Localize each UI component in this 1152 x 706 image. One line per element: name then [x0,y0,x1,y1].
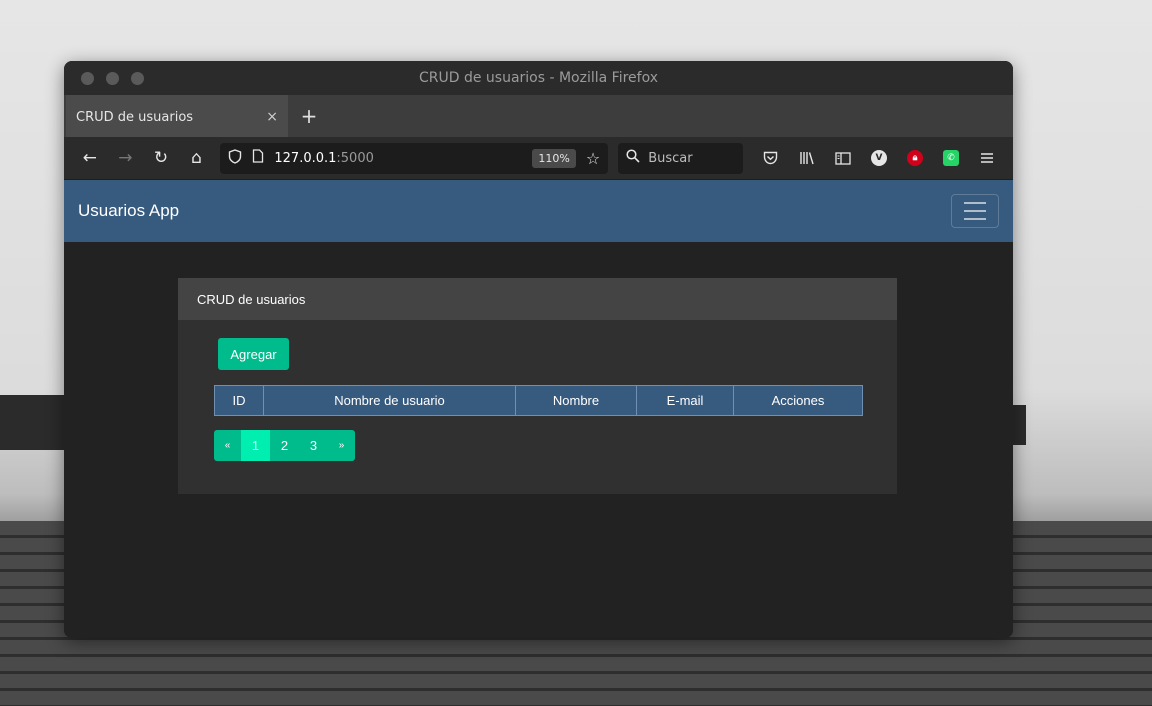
pagination: « 1 2 3 » [214,430,355,461]
zoom-level-badge[interactable]: 110% [532,148,576,168]
column-header-name[interactable]: Nombre [515,385,637,416]
window-title: CRUD de usuarios - Mozilla Firefox [418,70,659,86]
bookmark-star-icon[interactable]: ☆ [586,149,600,168]
new-tab-button[interactable]: + [288,95,330,137]
page-icon [252,149,264,167]
back-button[interactable]: ← [72,143,108,173]
browser-window: CRUD de usuarios - Mozilla Firefox CRUD … [64,61,1013,638]
background-pier-rail [0,395,66,450]
table-header-row: ID Nombre de usuario Nombre E-mail Accio… [214,385,863,416]
column-header-email[interactable]: E-mail [636,385,734,416]
close-window-button[interactable] [81,72,94,85]
search-placeholder: Buscar [648,150,693,166]
add-user-button[interactable]: Agregar [218,338,289,370]
url-text[interactable]: 127.0.0.1:5000 [274,151,374,166]
users-table: ID Nombre de usuario Nombre E-mail Accio… [214,385,863,416]
close-tab-icon[interactable]: × [266,109,278,125]
pagination-page-1[interactable]: 1 [241,430,270,461]
column-header-actions[interactable]: Acciones [733,385,863,416]
minimize-window-button[interactable] [106,72,119,85]
forward-button[interactable]: → [108,143,144,173]
search-input[interactable]: Buscar [618,142,743,174]
lock-icon: 🔒︎ [906,150,923,166]
search-icon [626,149,640,167]
pagination-page-3[interactable]: 3 [299,430,328,461]
whatsapp-icon: ✆ [942,150,959,166]
column-header-id[interactable]: ID [214,385,264,416]
url-bar[interactable]: 127.0.0.1:5000 110% ☆ [220,142,609,174]
navbar-toggler-button[interactable] [951,194,999,228]
users-card: CRUD de usuarios Agregar ID Nombre de us… [178,278,897,494]
column-header-username[interactable]: Nombre de usuario [263,385,516,416]
pocket-icon[interactable] [753,143,789,173]
whatsapp-extension-icon[interactable]: ✆ [933,143,969,173]
menu-icon[interactable] [969,143,1005,173]
window-controls [81,72,144,85]
library-icon[interactable] [789,143,825,173]
pagination-next[interactable]: » [328,430,355,461]
page-content: Usuarios App CRUD de usuarios Agregar ID… [64,180,1013,638]
tab-title: CRUD de usuarios [76,109,194,125]
hamburger-line [964,218,986,220]
pagination-page-2[interactable]: 2 [270,430,299,461]
toolbar-extensions: V 🔒︎ ✆ [753,143,1005,173]
vue-devtools-extension-icon[interactable]: V [861,143,897,173]
app-navbar: Usuarios App [64,180,1013,242]
tab-bar: CRUD de usuarios × + [64,95,1013,137]
hamburger-line [964,210,986,212]
home-button[interactable]: ⌂ [179,143,215,173]
navbar-brand[interactable]: Usuarios App [78,201,179,221]
pagination-prev[interactable]: « [214,430,241,461]
sidebar-icon[interactable] [825,143,861,173]
card-header: CRUD de usuarios [178,278,897,320]
v-badge-icon: V [870,150,887,166]
maximize-window-button[interactable] [131,72,144,85]
background-pier-rail [1012,405,1026,445]
hamburger-line [964,202,986,204]
tab-crud-usuarios[interactable]: CRUD de usuarios × [66,95,288,137]
reload-button[interactable]: ↻ [143,143,179,173]
password-manager-extension-icon[interactable]: 🔒︎ [897,143,933,173]
nav-toolbar: ← → ↻ ⌂ 127.0.0.1:5000 110% ☆ Buscar V 🔒… [64,137,1013,180]
title-bar: CRUD de usuarios - Mozilla Firefox [64,61,1013,95]
shield-icon[interactable] [228,148,242,168]
